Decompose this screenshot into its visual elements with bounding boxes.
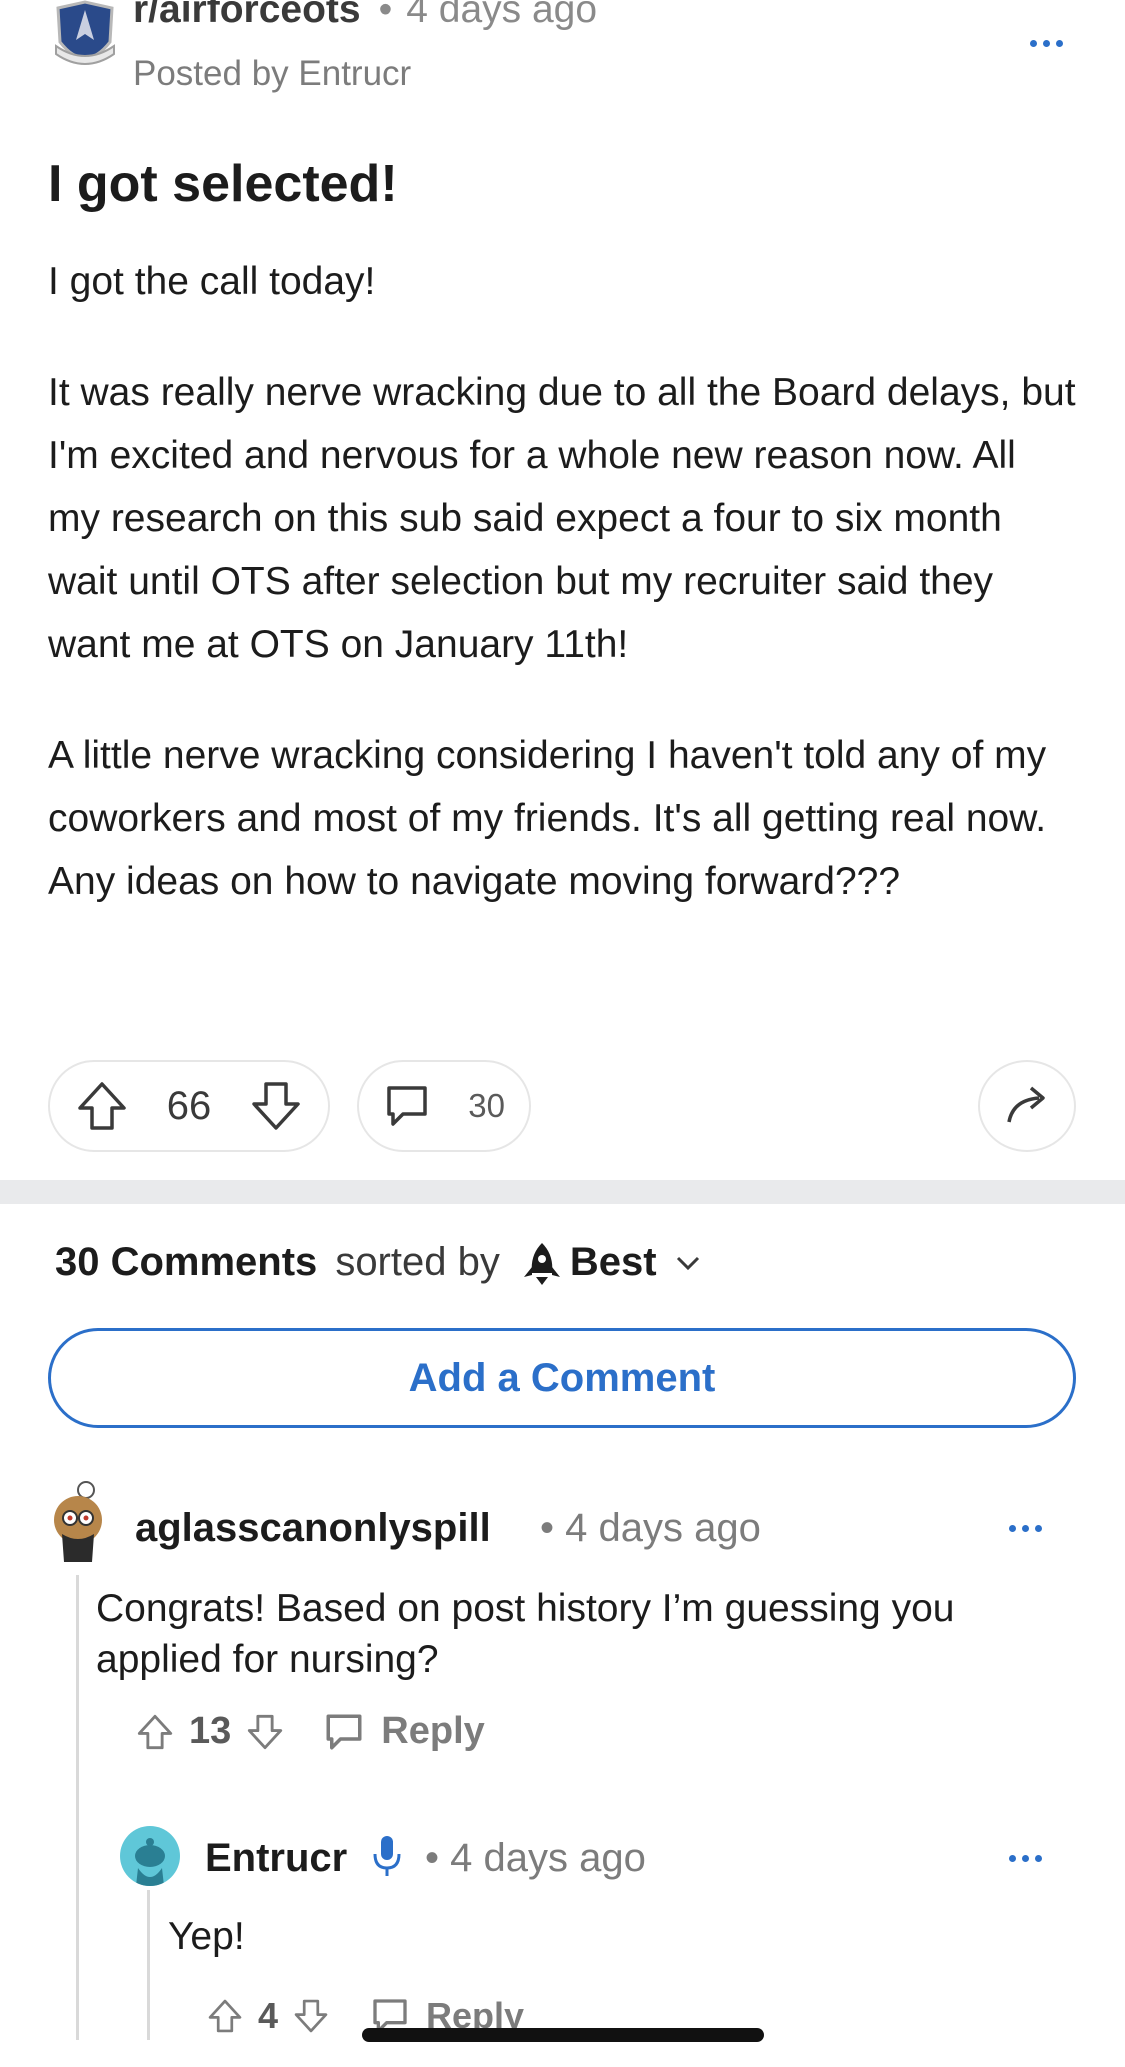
more-options-icon[interactable] bbox=[1009, 1525, 1042, 1532]
downvote-icon[interactable] bbox=[248, 1078, 304, 1134]
subreddit-logo-icon[interactable] bbox=[52, 0, 118, 76]
subreddit-name[interactable]: r/airforceots bbox=[133, 0, 361, 31]
post-paragraph: I got the call today! bbox=[48, 260, 376, 303]
sort-rocket-icon[interactable] bbox=[522, 1241, 562, 1285]
home-indicator[interactable] bbox=[362, 2028, 764, 2042]
reply-button[interactable]: Reply bbox=[381, 1710, 484, 1753]
user-avatar-icon[interactable] bbox=[120, 1826, 180, 1886]
vote-count: 66 bbox=[166, 1083, 212, 1128]
user-avatar-icon[interactable] bbox=[48, 1478, 110, 1562]
comment-actions: 13 Reply bbox=[135, 1710, 485, 1753]
post-age: 4 days ago bbox=[406, 0, 598, 31]
comment-vote-count: 13 bbox=[189, 1710, 232, 1752]
comment-username[interactable]: Entrucr bbox=[205, 1836, 347, 1881]
vote-control: 66 bbox=[48, 1060, 330, 1152]
share-icon bbox=[1003, 1082, 1051, 1130]
comments-sort-row: 30 Comments sorted by Best bbox=[55, 1240, 701, 1285]
comment-body: Yep! bbox=[168, 1915, 245, 1958]
comment-count: 30 bbox=[468, 1087, 505, 1124]
post-body: I got the call today! It was really nerv… bbox=[48, 250, 1078, 961]
comments-button[interactable]: 30 bbox=[357, 1060, 531, 1152]
upvote-icon[interactable] bbox=[206, 1997, 244, 2035]
post-header: r/airforceots • 4 days ago bbox=[133, 0, 597, 32]
upvote-icon[interactable] bbox=[74, 1078, 130, 1134]
sorted-by-label: sorted by bbox=[335, 1240, 500, 1284]
downvote-icon[interactable] bbox=[292, 1997, 330, 2035]
comment-icon[interactable] bbox=[323, 1711, 365, 1753]
comment-meta: • 4 days ago bbox=[425, 1836, 646, 1880]
comment-username[interactable]: aglasscanonlyspill bbox=[135, 1506, 491, 1551]
add-comment-button[interactable]: Add a Comment bbox=[48, 1328, 1076, 1428]
posted-by[interactable]: Posted by Entrucr bbox=[133, 54, 411, 94]
more-options-icon[interactable] bbox=[1030, 40, 1063, 47]
comment-meta: • 4 days ago bbox=[540, 1506, 761, 1550]
thread-line[interactable] bbox=[76, 1575, 79, 2040]
comments-count-label: 30 Comments bbox=[55, 1240, 318, 1284]
downvote-icon[interactable] bbox=[245, 1712, 285, 1752]
comment-icon bbox=[383, 1082, 431, 1130]
more-options-icon[interactable] bbox=[1009, 1855, 1042, 1862]
thread-line[interactable] bbox=[147, 1890, 150, 2040]
upvote-icon[interactable] bbox=[135, 1712, 175, 1752]
comment-vote-count: 4 bbox=[258, 1995, 279, 2036]
section-divider bbox=[0, 1180, 1125, 1204]
post-paragraph: It was really nerve wracking due to all … bbox=[48, 371, 1076, 666]
chevron-down-icon[interactable] bbox=[675, 1254, 701, 1272]
sort-value[interactable]: Best bbox=[570, 1240, 657, 1285]
comment-body: Congrats! Based on post history I’m gues… bbox=[96, 1587, 955, 1681]
header-separator: • bbox=[378, 0, 393, 31]
share-button[interactable] bbox=[978, 1060, 1076, 1152]
post-paragraph: A little nerve wracking considering I ha… bbox=[48, 734, 1047, 903]
post-title: I got selected! bbox=[48, 155, 398, 213]
mic-icon bbox=[372, 1834, 402, 1878]
